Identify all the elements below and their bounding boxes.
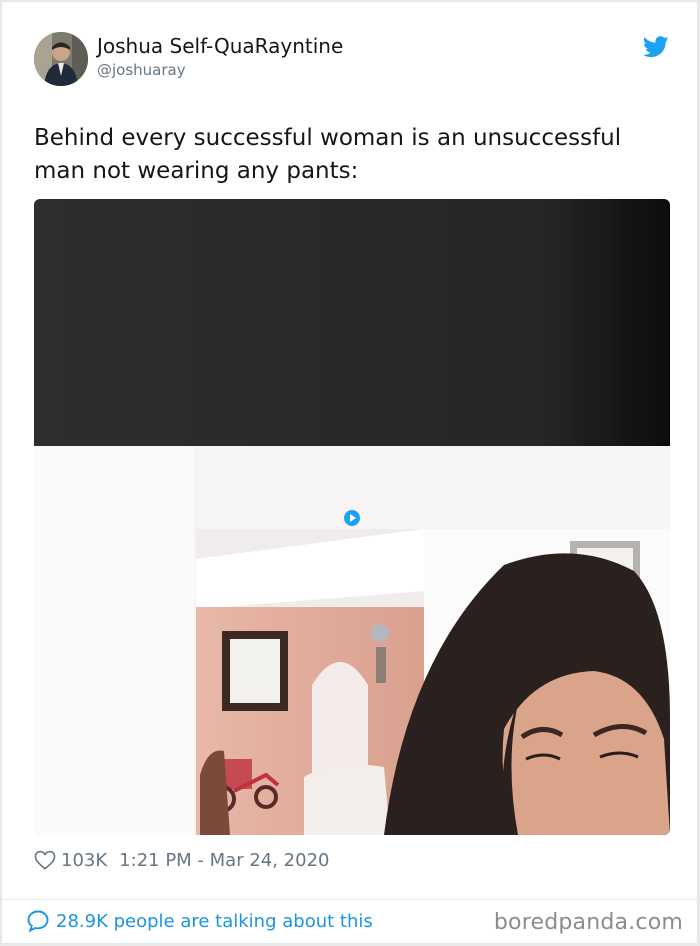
avatar-photo-icon bbox=[34, 32, 88, 86]
tweet-text: Behind every successful woman is an unsu… bbox=[34, 125, 622, 184]
tweet-card: Joshua Self-QuaRayntine @joshuaray Behin… bbox=[1, 1, 698, 944]
author-avatar[interactable] bbox=[34, 32, 88, 86]
heart-outline-icon[interactable] bbox=[34, 850, 56, 870]
tweet-video[interactable] bbox=[34, 199, 670, 835]
author-handle[interactable]: @joshuaray bbox=[97, 61, 186, 79]
play-icon[interactable] bbox=[344, 510, 360, 526]
conversation-label[interactable]: 28.9K people are talking about this bbox=[56, 911, 373, 932]
conversation-link[interactable]: 28.9K people are talking about this bbox=[26, 909, 373, 933]
speech-bubble-icon bbox=[27, 910, 49, 933]
author-name[interactable]: Joshua Self-QuaRayntine bbox=[97, 34, 343, 58]
watermark: boredpanda.com bbox=[493, 910, 683, 935]
like-count[interactable]: 103K bbox=[61, 850, 107, 871]
tweet-meta: 103K 1:21 PM - Mar 24, 2020 bbox=[34, 847, 329, 873]
twitter-bird-icon[interactable] bbox=[643, 36, 669, 58]
footer-divider bbox=[2, 899, 697, 900]
tweet-timestamp[interactable]: 1:21 PM - Mar 24, 2020 bbox=[119, 850, 329, 871]
